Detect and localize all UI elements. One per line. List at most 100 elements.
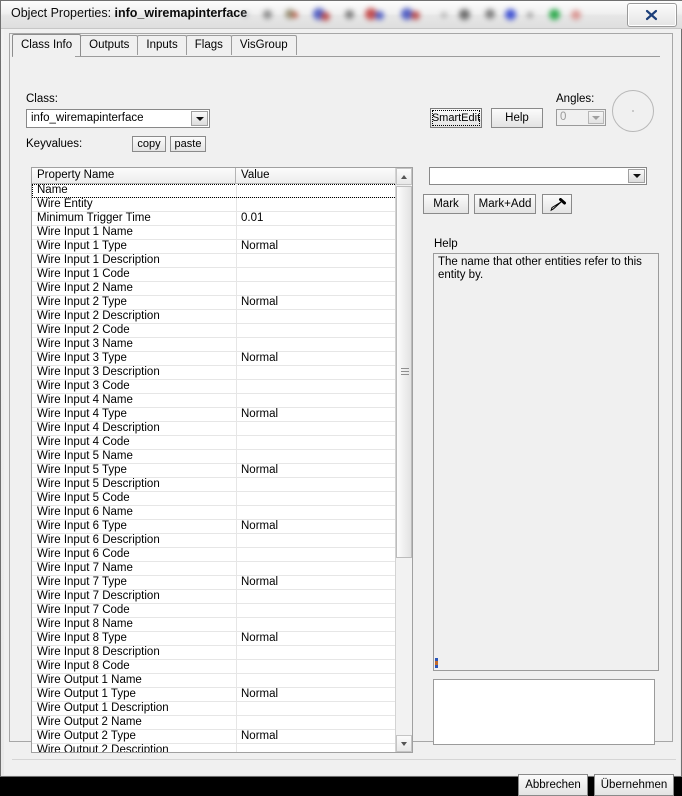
table-row[interactable]: Wire Output 1 Name: [32, 674, 397, 688]
cell-divider: [236, 576, 237, 589]
table-row[interactable]: Wire Input 5 Type Normal: [32, 464, 397, 478]
table-row[interactable]: Wire Input 8 Code: [32, 660, 397, 674]
scroll-up-button[interactable]: [396, 168, 412, 185]
table-row[interactable]: Wire Input 3 Description: [32, 366, 397, 380]
table-row[interactable]: Wire Input 1 Description: [32, 254, 397, 268]
mark-add-button[interactable]: Mark+Add: [474, 194, 536, 214]
table-row[interactable]: Wire Input 6 Name: [32, 506, 397, 520]
scrollbar-thumb[interactable]: [396, 186, 412, 558]
tab-visgroup[interactable]: VisGroup: [230, 35, 297, 55]
table-row[interactable]: Wire Input 2 Name: [32, 282, 397, 296]
property-name-cell: Wire Input 5 Name: [37, 450, 133, 462]
cell-divider: [236, 296, 237, 309]
cell-divider: [236, 534, 237, 547]
footer-divider: [12, 759, 676, 760]
tab-inputs[interactable]: Inputs: [137, 35, 187, 55]
cell-divider: [236, 590, 237, 603]
eyedropper-button[interactable]: [542, 194, 572, 214]
close-button[interactable]: [627, 3, 677, 27]
property-name-cell: Wire Input 8 Code: [37, 660, 130, 672]
table-row[interactable]: Wire Input 7 Code: [32, 604, 397, 618]
cell-divider: [236, 422, 237, 435]
mark-combobox[interactable]: [429, 167, 647, 185]
table-row[interactable]: Wire Input 6 Type Normal: [32, 520, 397, 534]
table-row[interactable]: Wire Output 2 Type Normal: [32, 730, 397, 744]
table-row[interactable]: Wire Input 6 Description: [32, 534, 397, 548]
table-row[interactable]: Wire Input 5 Code: [32, 492, 397, 506]
help-content: The name that other entities refer to th…: [438, 256, 642, 281]
angles-combobox-arrow[interactable]: [588, 111, 604, 124]
scroll-down-button[interactable]: [396, 735, 412, 752]
table-row[interactable]: Wire Input 2 Code: [32, 324, 397, 338]
tab-outputs[interactable]: Outputs: [80, 35, 139, 55]
class-combobox-arrow[interactable]: [191, 111, 208, 126]
property-name-cell: Wire Input 2 Description: [37, 310, 160, 322]
table-row[interactable]: Wire Output 1 Description: [32, 702, 397, 716]
table-row[interactable]: Wire Input 8 Description: [32, 646, 397, 660]
table-row[interactable]: Wire Input 3 Type Normal: [32, 352, 397, 366]
copy-button[interactable]: copy: [132, 136, 166, 152]
table-row[interactable]: Wire Output 2 Name: [32, 716, 397, 730]
property-name-cell: Wire Input 4 Name: [37, 394, 133, 406]
property-name-cell: Wire Input 5 Type: [37, 464, 127, 476]
mark-combobox-arrow[interactable]: [628, 169, 645, 183]
titlebar-blob-icon: [485, 9, 495, 19]
table-row[interactable]: Wire Input 3 Code: [32, 380, 397, 394]
table-row[interactable]: Wire Input 2 Description: [32, 310, 397, 324]
apply-button[interactable]: Übernehmen: [594, 774, 674, 796]
table-row[interactable]: Wire Output 2 Description: [32, 744, 397, 752]
paste-button[interactable]: paste: [170, 136, 206, 152]
table-row[interactable]: Wire Input 1 Code: [32, 268, 397, 282]
angles-combobox[interactable]: 0: [556, 109, 606, 126]
property-name-cell: Wire Output 1 Type: [37, 688, 136, 700]
table-row[interactable]: Wire Output 1 Type Normal: [32, 688, 397, 702]
cell-divider: [236, 254, 237, 267]
table-row[interactable]: Minimum Trigger Time 0.01: [32, 212, 397, 226]
table-row[interactable]: Wire Input 6 Code: [32, 548, 397, 562]
smartedit-button[interactable]: SmartEdit: [430, 108, 482, 128]
mark-button[interactable]: Mark: [423, 194, 469, 214]
cell-divider: [236, 492, 237, 505]
table-row[interactable]: Wire Input 4 Description: [32, 422, 397, 436]
table-row[interactable]: Name: [32, 184, 397, 198]
tab-flags[interactable]: Flags: [185, 35, 232, 55]
property-name-cell: Wire Input 3 Type: [37, 352, 127, 364]
table-row[interactable]: Wire Input 4 Name: [32, 394, 397, 408]
table-row[interactable]: Wire Input 8 Type Normal: [32, 632, 397, 646]
cell-divider: [236, 450, 237, 463]
cell-divider: [236, 310, 237, 323]
table-row[interactable]: Wire Input 4 Code: [32, 436, 397, 450]
table-row[interactable]: Wire Input 1 Name: [32, 226, 397, 240]
cancel-button[interactable]: Abbrechen: [518, 774, 588, 796]
class-combobox[interactable]: info_wiremapinterface: [26, 109, 210, 128]
table-row[interactable]: Wire Input 7 Name: [32, 562, 397, 576]
table-row[interactable]: Wire Input 5 Name: [32, 450, 397, 464]
notes-textbox[interactable]: [433, 679, 655, 745]
table-row[interactable]: Wire Input 3 Name: [32, 338, 397, 352]
table-row[interactable]: Wire Entity: [32, 198, 397, 212]
help-button[interactable]: Help: [491, 108, 543, 128]
table-row[interactable]: Wire Input 8 Name: [32, 618, 397, 632]
property-name-cell: Wire Input 5 Code: [37, 492, 130, 504]
property-list[interactable]: Property Name Value Name Wire Entity Minim…: [31, 167, 413, 753]
column-header-value[interactable]: Value: [236, 168, 396, 184]
tab-class-info[interactable]: Class Info: [12, 34, 82, 56]
property-name-cell: Wire Input 7 Code: [37, 604, 130, 616]
property-list-scrollbar[interactable]: [395, 168, 412, 752]
table-row[interactable]: Wire Input 5 Description: [32, 478, 397, 492]
table-row[interactable]: Wire Input 7 Description: [32, 590, 397, 604]
cell-divider: [236, 660, 237, 673]
tab-underline: [12, 56, 660, 57]
chevron-down-icon: [632, 174, 641, 178]
table-row[interactable]: Wire Input 7 Type Normal: [32, 576, 397, 590]
property-name-cell: Wire Input 1 Name: [37, 226, 133, 238]
column-header-property-name[interactable]: Property Name: [32, 168, 236, 184]
table-row[interactable]: Wire Input 2 Type Normal: [32, 296, 397, 310]
titlebar-blob-icon: [459, 9, 470, 20]
chevron-down-icon: [592, 115, 600, 120]
table-row[interactable]: Wire Input 4 Type Normal: [32, 408, 397, 422]
angles-dial[interactable]: [612, 90, 654, 132]
triangle-down-icon: [401, 742, 407, 746]
table-row[interactable]: Wire Input 1 Type Normal: [32, 240, 397, 254]
cell-divider: [236, 366, 237, 379]
